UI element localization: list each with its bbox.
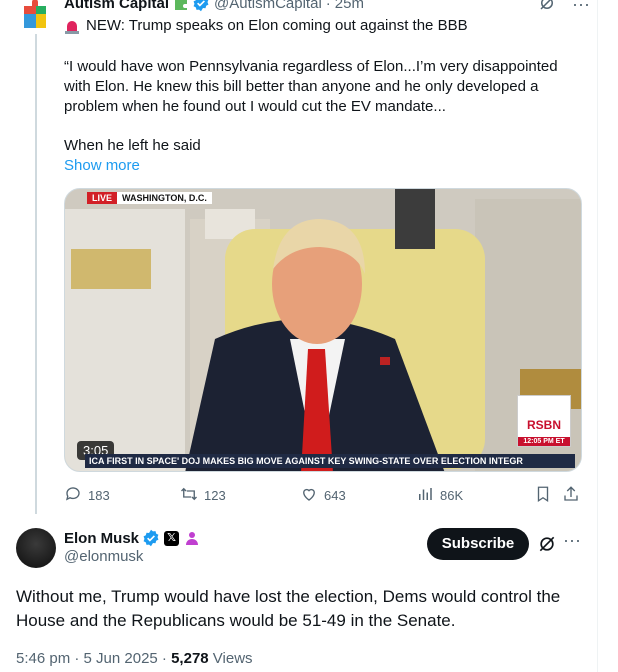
news-ticker: ICA FIRST IN SPACE' DOJ MAKES BIG MOVE A…	[85, 454, 575, 468]
puzzle-piece-icon	[173, 0, 189, 11]
verified-badge-icon	[142, 529, 160, 547]
parent-author-name[interactable]: Autism Capital	[64, 0, 169, 12]
more-options-icon[interactable]: ···	[562, 531, 582, 553]
network-time: 12:05 PM ET	[518, 437, 570, 446]
parent-top-actions: ···	[538, 0, 590, 17]
location-label: WASHINGTON, D.C.	[117, 192, 212, 204]
live-location-badge: LIVE WASHINGTON, D.C.	[87, 191, 212, 205]
like-button[interactable]: 643	[300, 485, 346, 506]
parent-time-ago[interactable]: 25m	[335, 0, 364, 12]
main-tweet-text: Without me, Trump would have lost the el…	[16, 587, 561, 630]
autism-capital-avatar[interactable]	[16, 0, 56, 28]
like-count: 643	[324, 487, 346, 503]
main-author-handle[interactable]: @elonmusk	[64, 548, 143, 565]
repost-button[interactable]: 123	[180, 485, 226, 506]
siren-icon	[64, 18, 80, 34]
main-author-name[interactable]: Elon Musk	[64, 530, 139, 547]
thread-connector-line	[35, 34, 37, 514]
grok-icon[interactable]	[537, 534, 557, 554]
parent-headline-row: NEW: Trump speaks on Elon coming out aga…	[64, 16, 584, 36]
person-affiliate-icon	[184, 530, 200, 546]
network-logo: RSBN 12:05 PM ET	[517, 395, 571, 447]
network-logo-text: RSBN	[526, 418, 561, 432]
parent-quote-text: “I would have won Pennsylvania regardles…	[64, 58, 558, 115]
parent-tweet-header: Autism Capital @AutismCapital · 25m	[64, 0, 364, 13]
x-affiliate-badge: 𝕏	[164, 530, 180, 546]
main-views-count: 5,278	[171, 650, 209, 667]
parent-author-handle[interactable]: @AutismCapital	[214, 0, 322, 12]
share-icon	[562, 485, 580, 506]
column-border	[597, 0, 598, 672]
views-button[interactable]: 86K	[416, 485, 463, 506]
repost-count: 123	[204, 487, 226, 503]
share-button[interactable]	[562, 485, 580, 506]
grok-icon[interactable]	[538, 0, 556, 17]
parent-headline: NEW: Trump speaks on Elon coming out aga…	[86, 17, 468, 34]
main-views-label: Views	[208, 650, 253, 667]
reply-button[interactable]: 183	[64, 485, 110, 506]
video-frame	[65, 189, 581, 471]
verified-badge-icon	[192, 0, 210, 12]
live-label: LIVE	[87, 192, 118, 204]
parent-second-paragraph: When he left he said	[64, 137, 201, 154]
video-player[interactable]: LIVE WASHINGTON, D.C. RSBN 12:05 PM ET 3…	[64, 188, 582, 472]
bookmark-icon	[534, 485, 552, 506]
main-timestamp[interactable]: 5:46 pm · 5 Jun 2025 ·	[16, 650, 171, 667]
views-count: 86K	[440, 487, 464, 503]
main-tweet-meta: 5:46 pm · 5 Jun 2025 · 5,278 Views	[16, 650, 253, 667]
elon-musk-avatar[interactable]	[16, 528, 56, 568]
bookmark-button[interactable]	[534, 485, 552, 506]
dot-separator: ·	[325, 0, 331, 12]
subscribe-button[interactable]: Subscribe	[427, 528, 529, 560]
reply-icon	[64, 485, 82, 506]
engagement-bar: 183 123 643 86K	[64, 484, 584, 506]
reply-count: 183	[88, 487, 110, 503]
heart-icon	[300, 485, 318, 506]
more-options-icon[interactable]: ···	[572, 0, 590, 17]
main-author-row: Elon Musk 𝕏	[64, 528, 200, 548]
repost-icon	[180, 485, 198, 506]
analytics-icon	[416, 485, 434, 506]
show-more-link[interactable]: Show more	[64, 156, 140, 176]
